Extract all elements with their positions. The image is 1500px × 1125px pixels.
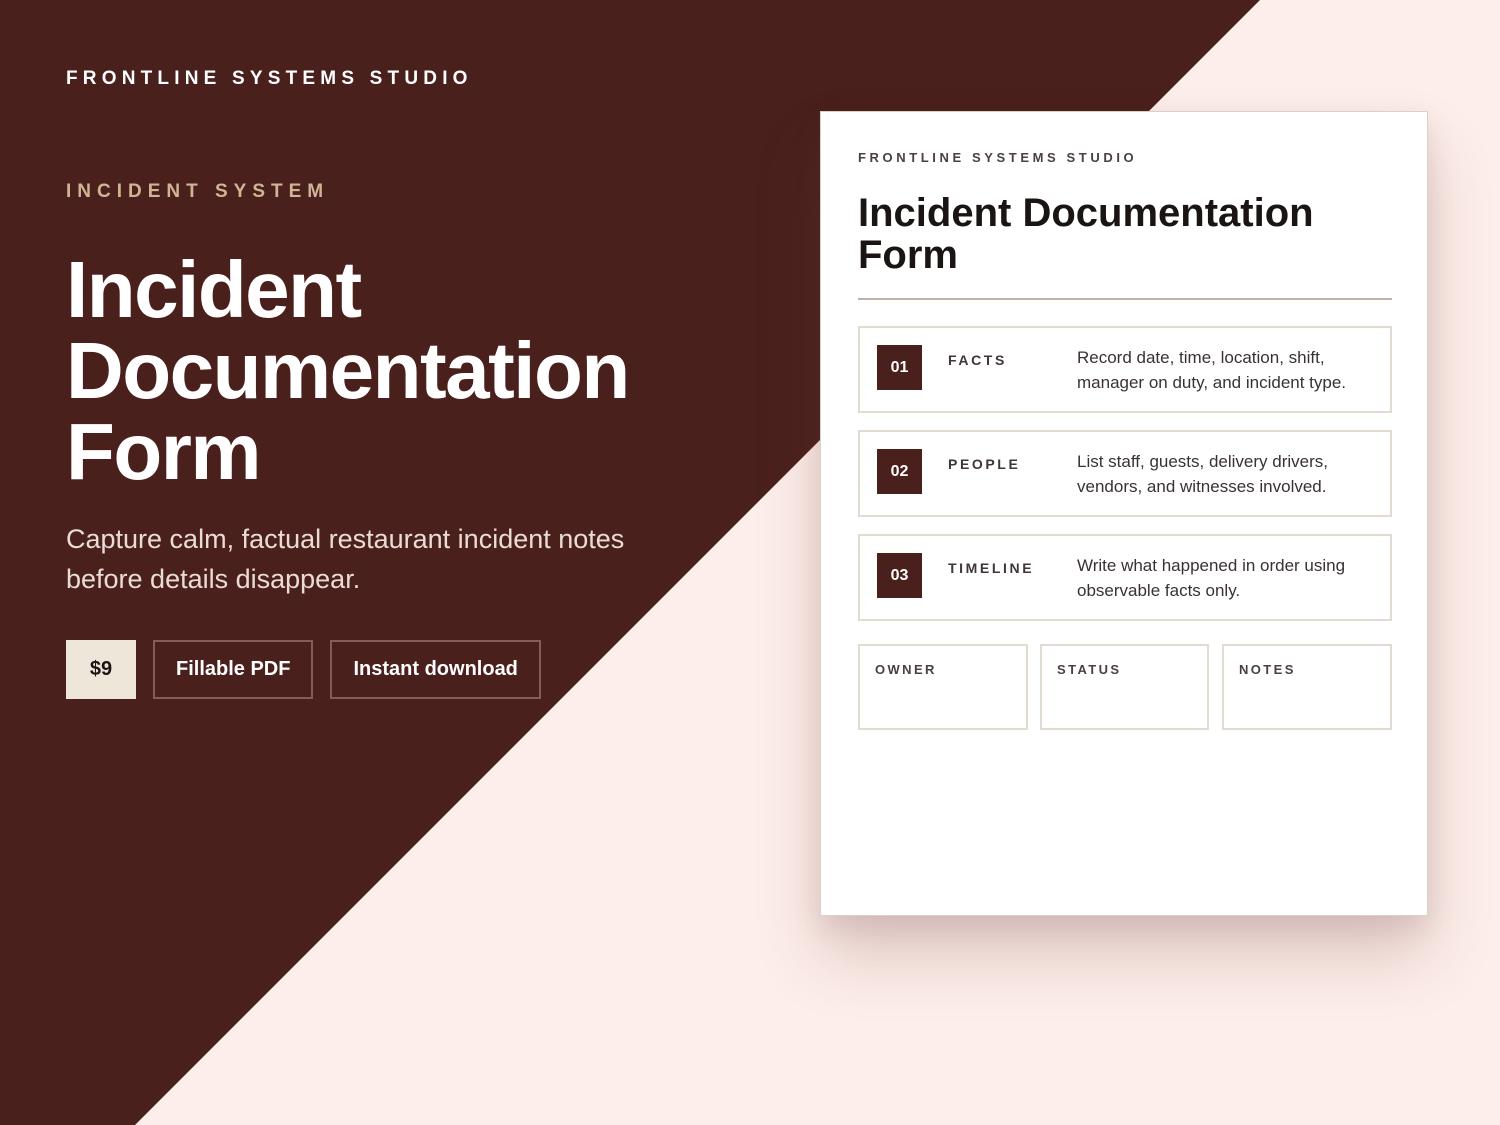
section-label: FACTS <box>948 351 1007 368</box>
format-badge: Fillable PDF <box>153 640 314 699</box>
section-description: Record date, time, location, shift, mana… <box>1077 348 1347 392</box>
product-badges: $9 Fillable PDF Instant download <box>66 640 541 699</box>
section-number: 02 <box>877 449 922 494</box>
title-divider <box>858 298 1392 300</box>
section-description: List staff, guests, delivery drivers, ve… <box>1077 452 1329 496</box>
document-brand: FRONTLINE SYSTEMS STUDIO <box>858 150 1138 165</box>
status-field: STATUS <box>1040 644 1209 730</box>
form-section-facts: 01 FACTS Record date, time, location, sh… <box>858 326 1392 413</box>
owner-field: OWNER <box>858 644 1028 730</box>
eyebrow-label: INCIDENT SYSTEM <box>66 181 330 202</box>
brand-name: FRONTLINE SYSTEMS STUDIO <box>66 68 473 89</box>
form-section-timeline: 03 TIMELINE Write what happened in order… <box>858 534 1392 621</box>
notes-field: NOTES <box>1222 644 1392 730</box>
status-field-label: STATUS <box>1057 662 1122 677</box>
notes-field-label: NOTES <box>1239 662 1296 677</box>
section-number: 03 <box>877 553 922 598</box>
section-description: Write what happened in order using obser… <box>1077 556 1346 600</box>
document-preview: FRONTLINE SYSTEMS STUDIO Incident Docume… <box>820 111 1428 916</box>
section-number: 01 <box>877 345 922 390</box>
owner-field-label: OWNER <box>875 662 937 677</box>
delivery-badge: Instant download <box>330 640 541 699</box>
section-label: PEOPLE <box>948 455 1021 472</box>
hero-subtitle: Capture calm, factual restaurant inciden… <box>66 524 625 594</box>
document-title: Incident Documentation Form <box>858 191 1314 277</box>
form-section-people: 02 PEOPLE List staff, guests, delivery d… <box>858 430 1392 517</box>
price-badge: $9 <box>66 640 136 699</box>
hero-title: Incident Documentation Form <box>66 245 630 496</box>
section-label: TIMELINE <box>948 559 1035 576</box>
